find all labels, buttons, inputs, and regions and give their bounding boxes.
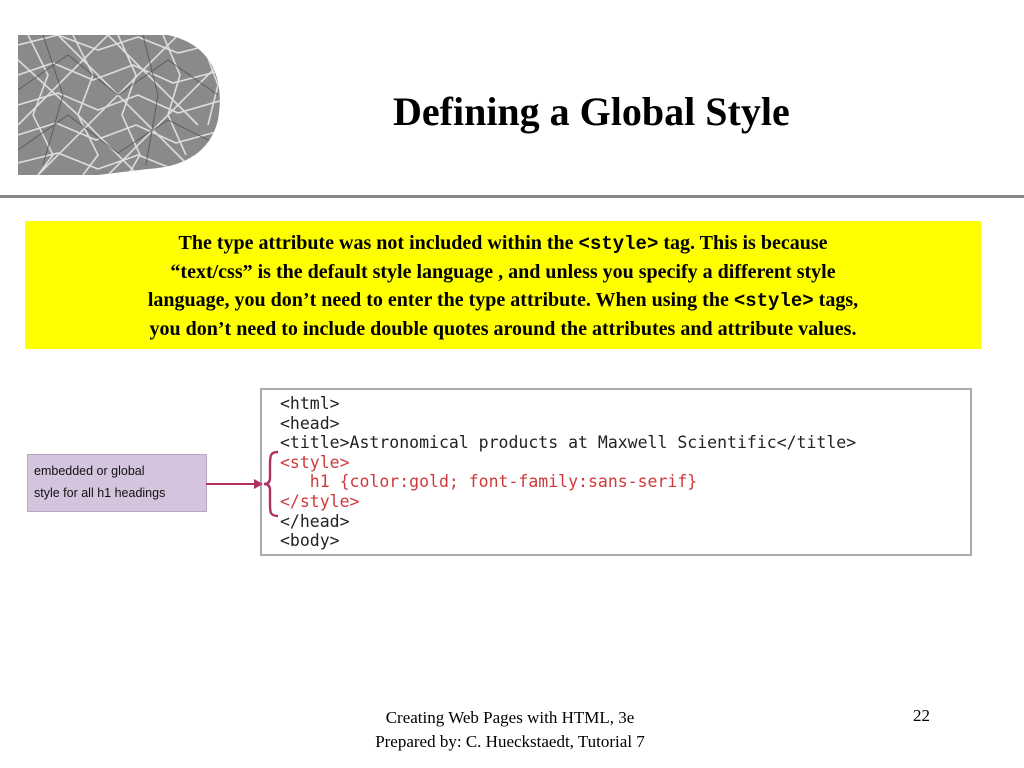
- divider: [0, 195, 1024, 198]
- code-line: <body>: [280, 531, 340, 551]
- callout-text: tag. This is because: [658, 232, 828, 254]
- logo-dome-image: [18, 35, 225, 175]
- callout-line-4: you don’t need to include double quotes …: [149, 318, 857, 340]
- footer: Creating Web Pages with HTML, 3e Prepare…: [340, 706, 680, 754]
- annotation-line-1: embedded or global: [34, 464, 145, 478]
- explanation-callout: The type attribute was not included with…: [25, 221, 981, 349]
- slide-title: Defining a Global Style: [393, 89, 790, 134]
- annotation-line-2: style for all h1 headings: [34, 486, 166, 500]
- style-tag-code: <style>: [733, 290, 814, 312]
- footer-course: Creating Web Pages with HTML, 3e: [385, 708, 635, 727]
- annotation-arrow-with-brace: [206, 450, 279, 518]
- code-line: </head>: [280, 511, 350, 531]
- annotation-label: embedded or global style for all h1 head…: [27, 454, 207, 512]
- arrow-head: [254, 479, 263, 489]
- curly-brace: [263, 450, 279, 518]
- callout-line-2: “text/css” is the default style language…: [170, 261, 836, 283]
- code-line-highlighted: </style>: [280, 491, 360, 511]
- style-tag-code: <style>: [578, 233, 659, 255]
- code-line-highlighted: h1 {color:gold; font-family:sans-serif}: [280, 472, 698, 492]
- code-line: <html>: [280, 394, 340, 413]
- callout-text: language, you don’t need to enter the ty…: [147, 289, 734, 311]
- footer-author: Prepared by: C. Hueckstaedt, Tutorial 7: [375, 732, 645, 751]
- page-number: 22: [913, 706, 930, 725]
- code-line: <title>Astronomical products at Maxwell …: [280, 433, 857, 453]
- callout-line-3: language, you don’t need to enter the ty…: [31, 286, 975, 315]
- code-line-highlighted: <style>: [280, 452, 350, 472]
- code-example-box: <html> <head> <title>Astronomical produc…: [260, 388, 972, 556]
- callout-text: The type attribute was not included with…: [178, 232, 579, 254]
- code-line: <head>: [280, 413, 340, 433]
- callout-line-1: The type attribute was not included with…: [31, 229, 975, 258]
- callout-text: tags,: [813, 289, 859, 311]
